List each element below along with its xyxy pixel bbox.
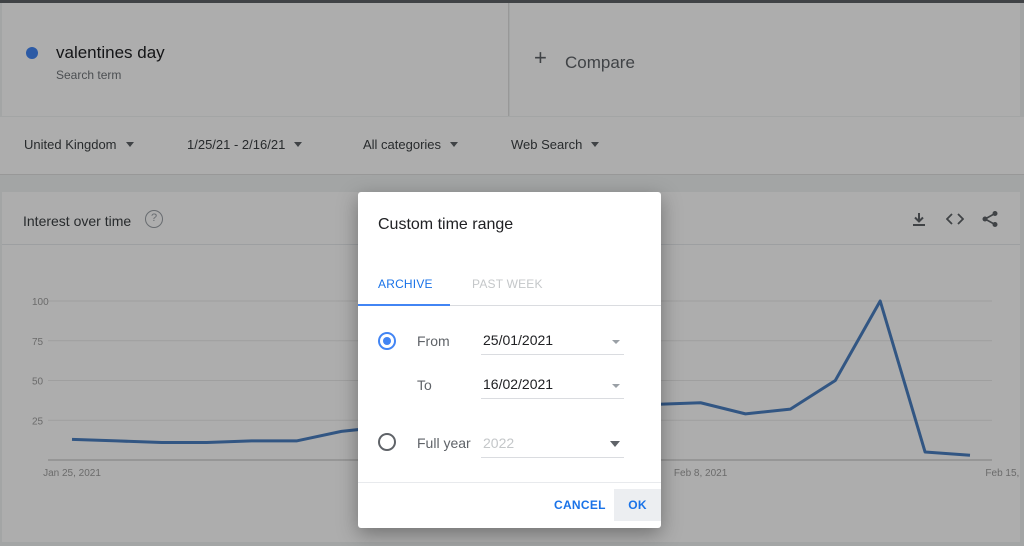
caret-down-icon bbox=[612, 384, 620, 388]
active-tab-indicator bbox=[358, 304, 450, 306]
dialog-footer-divider bbox=[358, 482, 661, 483]
from-date-field[interactable]: 25/01/2021 bbox=[481, 327, 624, 355]
full-year-select[interactable]: 2022 bbox=[481, 430, 624, 458]
trends-page: valentines day Search term + Compare Uni… bbox=[0, 0, 1024, 546]
caret-down-icon bbox=[610, 441, 620, 447]
caret-down-icon bbox=[612, 340, 620, 344]
to-label: To bbox=[417, 377, 432, 393]
to-date-field[interactable]: 16/02/2021 bbox=[481, 371, 624, 399]
custom-time-range-dialog: Custom time range ARCHIVE PAST WEEK From… bbox=[358, 192, 661, 528]
ok-button[interactable]: OK bbox=[614, 489, 661, 521]
full-year-value: 2022 bbox=[483, 435, 515, 451]
to-date-value: 16/02/2021 bbox=[483, 376, 554, 392]
dialog-tabs: ARCHIVE PAST WEEK bbox=[358, 262, 661, 306]
from-date-value: 25/01/2021 bbox=[483, 332, 554, 348]
from-label: From bbox=[417, 333, 450, 349]
cancel-button[interactable]: CANCEL bbox=[554, 498, 606, 512]
from-to-radio[interactable] bbox=[378, 332, 396, 350]
dialog-title: Custom time range bbox=[378, 216, 514, 233]
full-year-label: Full year bbox=[417, 435, 471, 451]
tab-past-week[interactable]: PAST WEEK bbox=[472, 277, 543, 291]
tab-archive[interactable]: ARCHIVE bbox=[378, 277, 433, 291]
full-year-radio[interactable] bbox=[378, 433, 396, 451]
